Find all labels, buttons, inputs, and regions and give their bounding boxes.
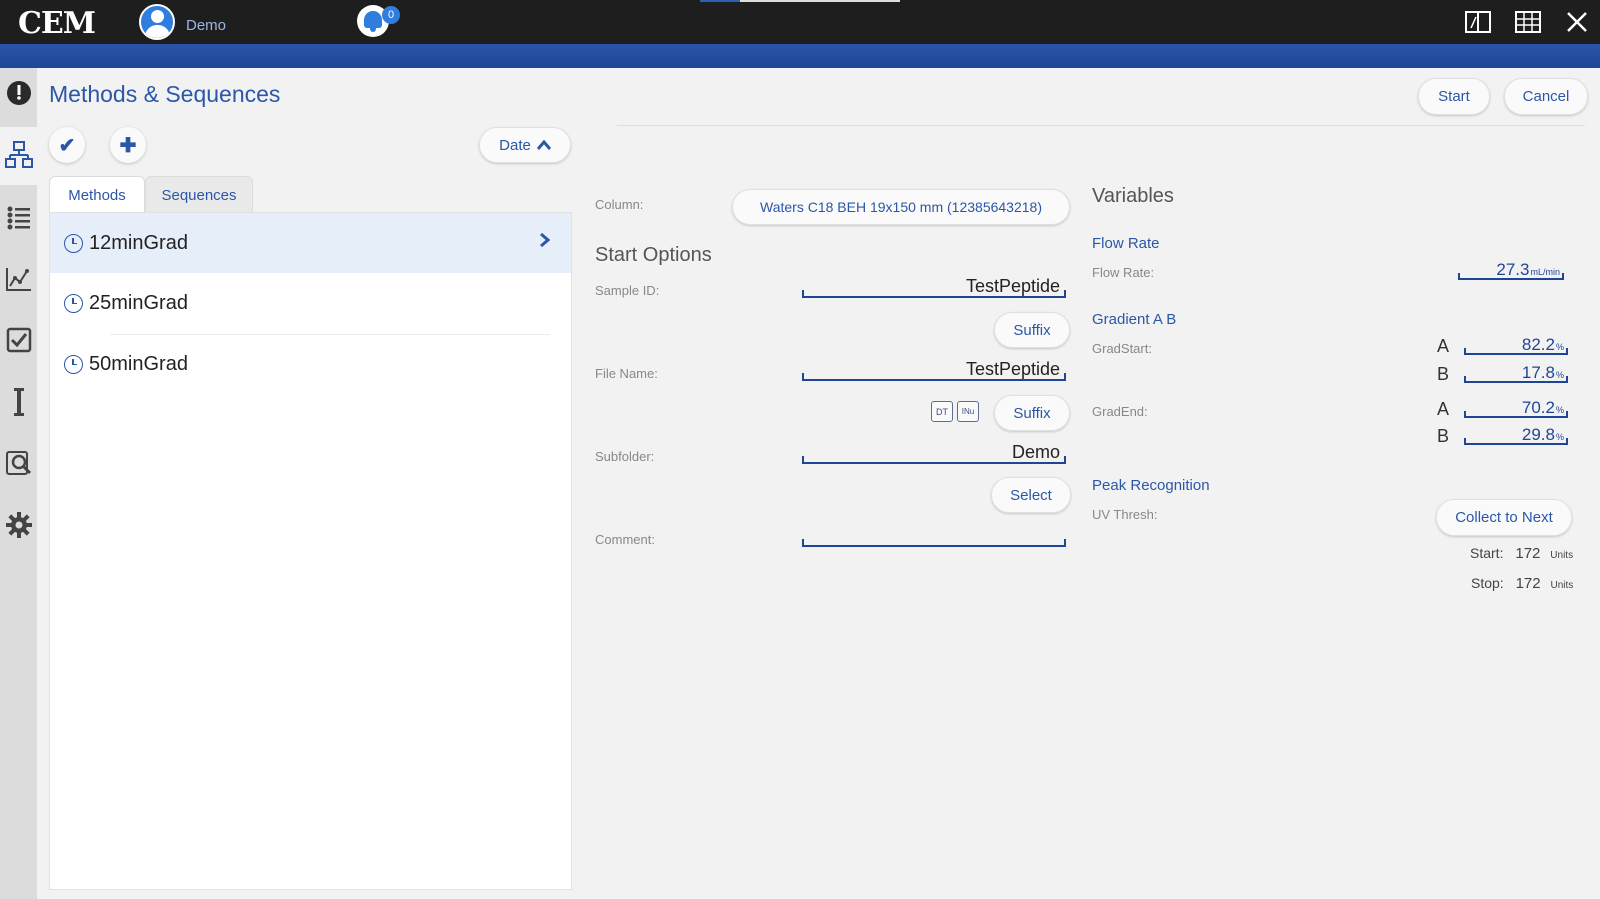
comment-field[interactable] (802, 525, 1066, 547)
confirm-check-icon[interactable]: ✔ (49, 127, 85, 163)
grad-start-a-value: 82.2 (1521, 335, 1555, 354)
file-suffix-button[interactable]: Suffix (994, 395, 1070, 431)
page-title: Methods & Sequences (49, 81, 281, 107)
collect-to-next-button[interactable]: Collect to Next (1436, 499, 1572, 536)
checkbox-icon[interactable] (4, 325, 34, 355)
grad-start-label: GradStart: (1092, 341, 1152, 356)
percent-unit: % (1555, 432, 1564, 442)
header-band (0, 44, 1600, 68)
column-label: Column: (595, 197, 644, 212)
close-icon[interactable] (1565, 10, 1591, 34)
grad-end-b-value: 29.8 (1521, 425, 1555, 444)
clock-icon (64, 233, 83, 253)
method-name: 25minGrad (89, 291, 188, 314)
flow-rate-value: 27.3 (1496, 260, 1530, 279)
clock-icon (64, 354, 83, 374)
user-avatar-icon[interactable] (139, 4, 175, 40)
subfolder-field[interactable]: Demo (802, 442, 1066, 464)
stop-threshold-label: Stop: (1471, 575, 1504, 591)
start-options-heading: Start Options (595, 244, 712, 266)
tab-sequences[interactable]: Sequences (145, 176, 253, 213)
top-indicator-active (700, 0, 740, 2)
chevron-up-icon (536, 137, 551, 154)
methods-list: 12minGrad 25minGrad 50minGrad (49, 212, 572, 890)
stop-threshold-value: 172 (1515, 575, 1541, 592)
percent-unit: % (1555, 370, 1564, 380)
subfolder-select-button[interactable]: Select (991, 477, 1071, 513)
grad-start-b-field[interactable]: 17.8% (1464, 363, 1568, 383)
clock-icon (64, 293, 83, 313)
notification-badge: 0 (382, 6, 400, 24)
gear-icon[interactable] (4, 510, 34, 540)
search-document-icon[interactable] (4, 448, 34, 478)
sort-label: Date (499, 136, 531, 154)
grad-start-a-field[interactable]: 82.2% (1464, 335, 1568, 355)
grad-start-b-value: 17.8 (1521, 363, 1555, 382)
method-name: 12minGrad (89, 231, 188, 254)
list-item[interactable]: 12minGrad (50, 213, 571, 273)
grad-end-b-label: B (1437, 426, 1450, 446)
start-threshold-label: Start: (1470, 545, 1504, 561)
list-icon[interactable] (4, 203, 34, 233)
method-name: 50minGrad (89, 352, 188, 375)
header-divider (617, 125, 1585, 126)
chart-icon[interactable] (4, 264, 34, 294)
grad-end-a-field[interactable]: 70.2% (1464, 398, 1568, 418)
start-threshold: Start: 172 Units (1470, 545, 1573, 562)
username[interactable]: Demo (186, 17, 226, 34)
flow-rate-field[interactable]: 27.3mL/min (1458, 260, 1564, 280)
flow-rate-label: Flow Rate: (1092, 265, 1155, 280)
variables-heading: Variables (1092, 185, 1174, 207)
column-icon[interactable] (4, 387, 34, 417)
sample-id-field[interactable]: TestPeptide (802, 276, 1066, 298)
peak-recognition-heading: Peak Recognition (1092, 477, 1210, 494)
column-select-button[interactable]: Waters C18 BEH 19x150 mm (12385643218) (732, 189, 1070, 225)
sort-date-button[interactable]: Date (479, 127, 571, 163)
stop-threshold: Stop: 172 Units (1471, 575, 1573, 592)
gradient-heading: Gradient A B (1092, 311, 1177, 328)
grad-end-b-field[interactable]: 29.8% (1464, 425, 1568, 445)
grad-end-label: GradEnd: (1092, 404, 1148, 419)
inu-toggle[interactable]: INu (957, 401, 979, 422)
grad-start-a-label: A (1437, 336, 1450, 356)
sample-suffix-button[interactable]: Suffix (994, 312, 1070, 348)
grad-end-a-value: 70.2 (1521, 398, 1555, 417)
start-threshold-unit: Units (1550, 550, 1574, 561)
file-name-label: File Name: (595, 366, 658, 381)
tab-methods[interactable]: Methods (49, 176, 145, 213)
sidebar (0, 68, 37, 899)
list-item[interactable]: 25minGrad (50, 273, 571, 333)
sample-id-label: Sample ID: (595, 283, 660, 298)
file-name-field[interactable]: TestPeptide (802, 359, 1066, 381)
grid-icon[interactable] (1515, 10, 1541, 34)
percent-unit: % (1555, 342, 1564, 352)
cem-logo: CEM (18, 6, 96, 41)
grad-start-b-label: B (1437, 364, 1450, 384)
uv-thresh-label: UV Thresh: (1092, 507, 1158, 522)
dt-toggle[interactable]: DT (931, 401, 953, 422)
start-button[interactable]: Start (1418, 78, 1490, 115)
split-view-icon[interactable] (1465, 10, 1491, 34)
start-threshold-value: 172 (1515, 545, 1541, 562)
methods-hierarchy-icon[interactable] (4, 140, 34, 170)
add-plus-icon[interactable]: ✚ (110, 127, 146, 163)
stop-threshold-unit: Units (1550, 580, 1574, 591)
title-bar (0, 0, 1600, 44)
chevron-right-icon (539, 231, 551, 254)
grad-end-a-label: A (1437, 399, 1450, 419)
status-icon[interactable] (4, 78, 34, 108)
percent-unit: % (1555, 405, 1564, 415)
subfolder-label: Subfolder: (595, 449, 655, 464)
comment-label: Comment: (595, 532, 655, 547)
flow-rate-heading: Flow Rate (1092, 235, 1160, 252)
cancel-button[interactable]: Cancel (1504, 78, 1588, 115)
flow-rate-unit: mL/min (1530, 267, 1560, 277)
list-item[interactable]: 50minGrad (50, 334, 571, 394)
